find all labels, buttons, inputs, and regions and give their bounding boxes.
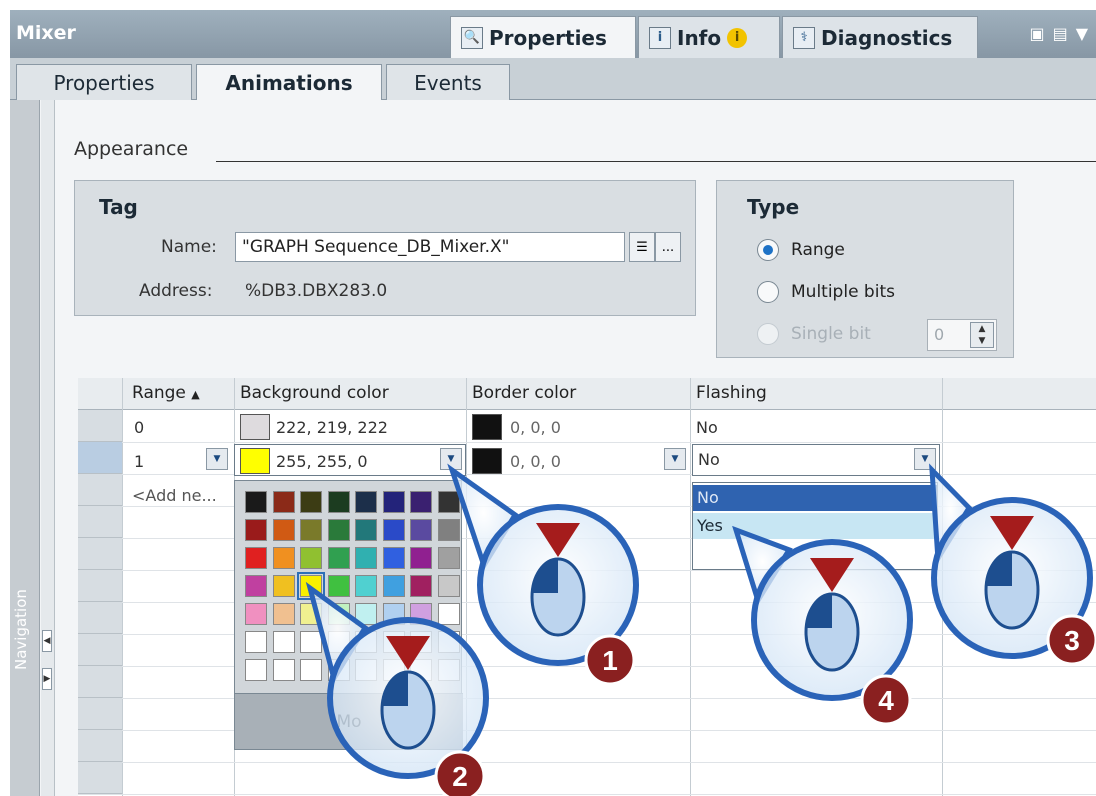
callout-number: 1 [602, 645, 618, 676]
callout-number: 3 [1064, 625, 1080, 656]
mouse-click-callout: 2 [305, 581, 489, 796]
mouse-callout-overlay: 1 2 3 4 [305, 463, 1096, 796]
mouse-click-callout: 4 [732, 525, 913, 726]
mouse-click-callout: 1 [447, 463, 639, 686]
callout-number: 2 [452, 761, 468, 792]
properties-window: Mixer 🔍 Properties i Info i ⚕ Diagnostic… [10, 10, 1096, 796]
mouse-click-callout: 3 [929, 463, 1096, 666]
callout-number: 4 [878, 685, 894, 716]
